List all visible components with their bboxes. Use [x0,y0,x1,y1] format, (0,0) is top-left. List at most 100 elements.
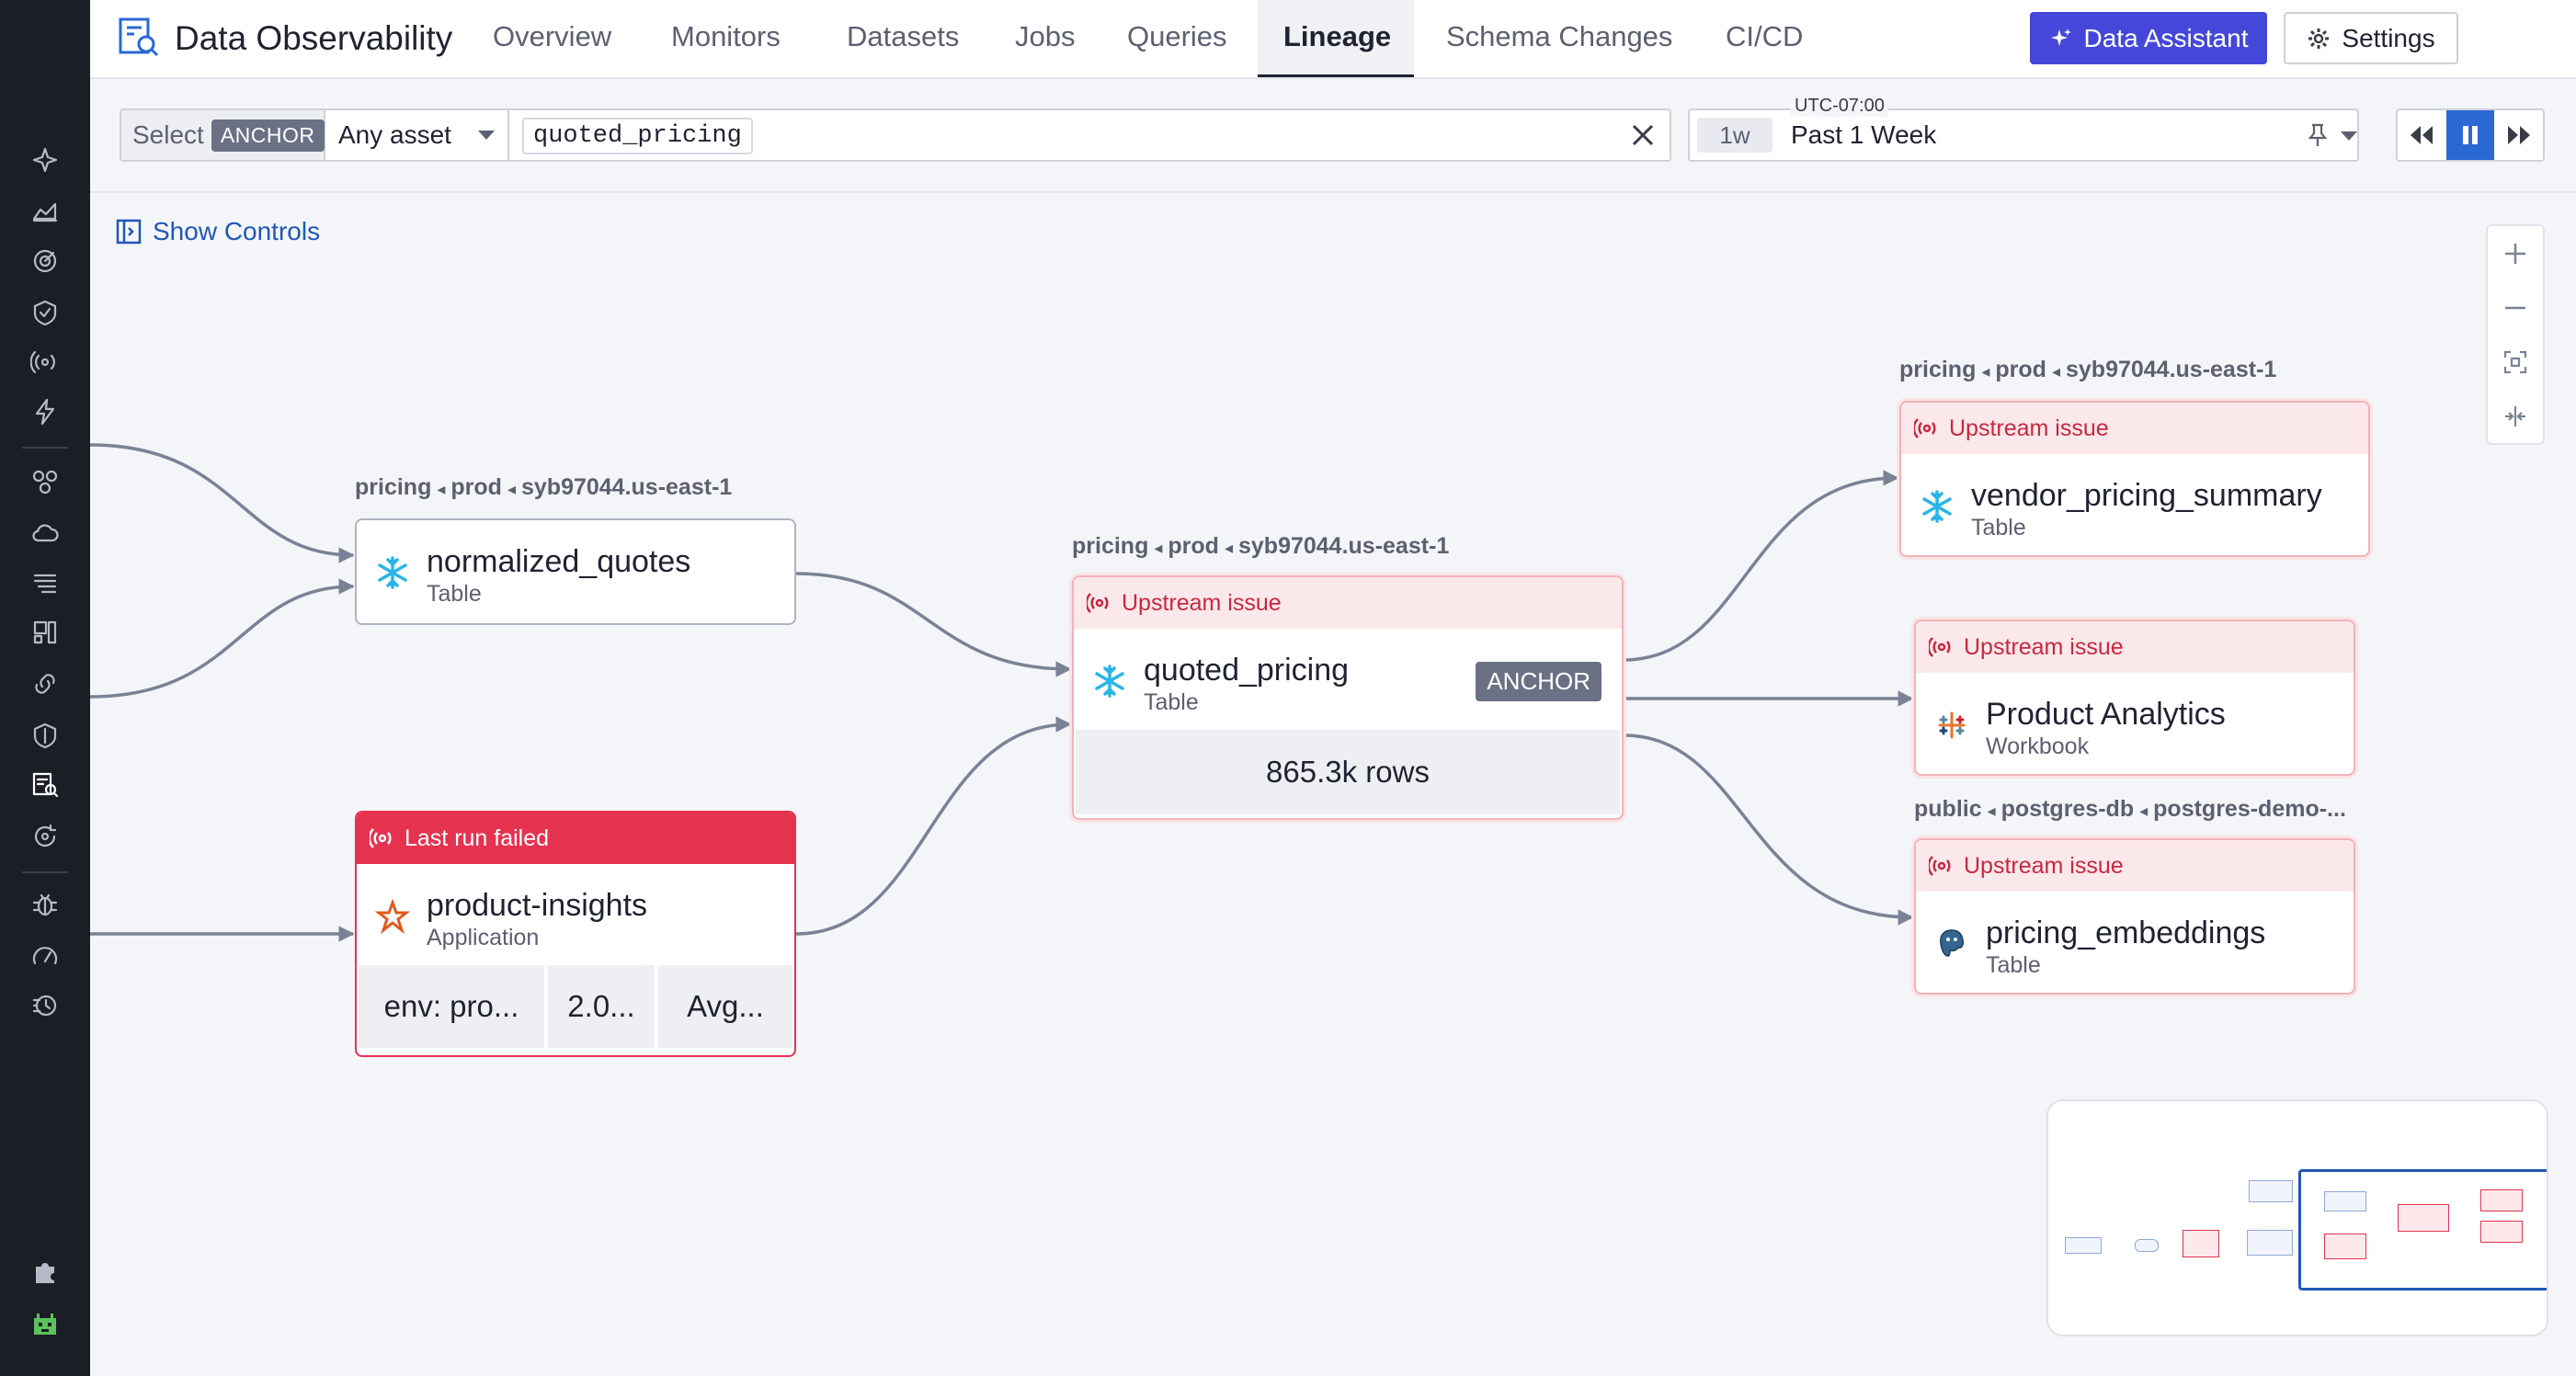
signal-icon[interactable] [27,344,63,381]
postgres-icon [1940,929,1964,957]
breadcrumb: pricing ◂ prod ◂ syb97044.us-east-1 [1072,533,1450,559]
history-icon[interactable] [27,987,63,1024]
node-type: Table [1144,689,1199,715]
plus-icon [2505,243,2525,264]
node-name: Product Analytics [1986,697,2226,732]
tag-version: 2.0... [548,965,655,1048]
rewind-button[interactable] [2398,110,2446,160]
asset-type-dropdown[interactable]: Any asset [325,110,509,160]
node-status: Upstream issue [1916,840,2354,892]
lineage-node-vendor-pricing-summary[interactable]: Upstream issue vendor_pricing_summary Ta… [1899,401,2370,557]
cloud-icon[interactable] [27,515,63,552]
tab-monitors[interactable]: Monitors [671,20,781,53]
time-range-picker[interactable]: 1w Past 1 Week [1688,108,2359,162]
node-status-label: Upstream issue [1949,415,2109,441]
breadcrumb-schema: prod [1168,533,1219,559]
link-icon[interactable] [27,665,63,702]
lineage-node-product-analytics[interactable]: Upstream issue Product Analytics Workboo… [1914,620,2355,776]
lineage-minimap[interactable] [2046,1099,2548,1336]
search-query-chip[interactable]: quoted_pricing [522,118,753,154]
sparkle-icon[interactable] [27,142,63,178]
lineage-node-quoted-pricing[interactable]: Upstream issue quoted_pricing Table ANCH… [1072,575,1624,820]
list-icon[interactable] [27,564,63,601]
minimap-node [2249,1180,2293,1202]
node-type: Table [1971,515,2026,540]
tab-lineage[interactable]: Lineage [1283,20,1391,53]
lineage-search-bar: Select ANCHOR Any asset quoted_pricing [120,108,1671,162]
data-assistant-button[interactable]: Data Assistant [2030,12,2267,64]
row-count-metric: 865.3k rows [1076,730,1620,814]
tab-overview[interactable]: Overview [493,20,611,53]
close-icon[interactable] [1627,119,1658,151]
tab-schema-changes[interactable]: Schema Changes [1446,20,1672,53]
rail-divider [22,871,68,873]
breadcrumb-schema: prod [450,474,502,500]
tab-jobs[interactable]: Jobs [1015,20,1075,53]
node-name: quoted_pricing [1144,653,1350,688]
lineage-node-normalized-quotes[interactable]: normalized_quotes Table [355,518,796,625]
zoom-out-button[interactable] [2488,280,2543,335]
breadcrumb-database: pricing [1899,357,1977,382]
rewind-icon [2411,126,2434,144]
select-label: Select [132,120,204,149]
sparkle-icon [2050,28,2071,46]
sidebar-toggle-icon [116,219,142,244]
lineage-node-product-insights[interactable]: Last run failed product-insights Applica… [355,811,796,1057]
app-title: Data Observability [175,19,453,57]
spark-application-icon [375,899,410,934]
breadcrumb-database: public [1914,796,1982,822]
settings-button[interactable]: Settings [2284,12,2458,64]
snowflake-icon [1095,665,1124,698]
breadcrumb-database: pricing [1072,533,1149,559]
chevron-down-icon [478,131,495,140]
network-icon[interactable] [27,463,63,500]
tab-ci-cd[interactable]: CI/CD [1726,20,1803,53]
user-avatar-icon[interactable] [27,1307,63,1344]
collapse-button[interactable] [2488,389,2543,443]
data-assistant-label: Data Assistant [2083,23,2249,52]
breadcrumb-account: syb97044.us-east-1 [520,474,733,500]
node-status-label: Upstream issue [1964,633,2124,660]
minimap-node [2065,1237,2102,1254]
area-chart-icon[interactable] [27,193,63,230]
node-tags: env: pro... 2.0... Avg... [357,965,794,1050]
show-controls-button[interactable]: Show Controls [116,217,320,246]
time-range-chip: 1w [1697,118,1772,153]
node-name: product-insights [427,888,648,923]
pause-button[interactable] [2445,110,2495,160]
node-type: Workbook [1986,733,2090,759]
minimap-node [2135,1239,2159,1252]
settings-label: Settings [2342,23,2435,52]
pause-icon [2463,126,2478,144]
security-icon[interactable] [27,717,63,754]
signal-warning-icon [1914,418,1936,438]
pin-icon[interactable] [2304,121,2331,149]
fast-forward-icon [2507,126,2530,144]
tab-datasets[interactable]: Datasets [847,20,959,53]
fit-view-button[interactable] [2488,335,2543,389]
zoom-in-button[interactable] [2488,226,2543,280]
breadcrumb-database: pricing [355,474,432,500]
speedometer-icon[interactable] [27,938,63,974]
node-name: vendor_pricing_summary [1971,478,2322,513]
node-status-label: Last run failed [405,824,550,851]
bolt-icon[interactable] [27,393,63,430]
puzzle-icon[interactable] [27,1254,63,1291]
data-observability-icon[interactable] [27,767,63,803]
refresh-icon[interactable] [27,818,63,855]
tab-queries[interactable]: Queries [1127,20,1227,53]
node-status-label: Upstream issue [1964,852,2124,879]
fast-forward-button[interactable] [2494,110,2543,160]
timezone-label: UTC-07:00 [1791,96,1888,117]
lineage-node-pricing-embeddings[interactable]: Upstream issue pricing_embeddings Table [1914,838,2355,995]
minimap-viewport[interactable] [2298,1169,2547,1291]
dashboard-icon[interactable] [27,614,63,651]
breadcrumb-account: syb97044.us-east-1 [1237,533,1450,559]
rail-divider [22,447,68,449]
select-anchor-label[interactable]: Select ANCHOR [121,110,325,160]
shield-icon[interactable] [27,294,63,331]
radar-icon[interactable] [27,243,63,279]
bug-icon[interactable] [27,886,63,923]
chevron-down-icon[interactable] [2341,131,2357,141]
zoom-controls [2486,224,2545,445]
